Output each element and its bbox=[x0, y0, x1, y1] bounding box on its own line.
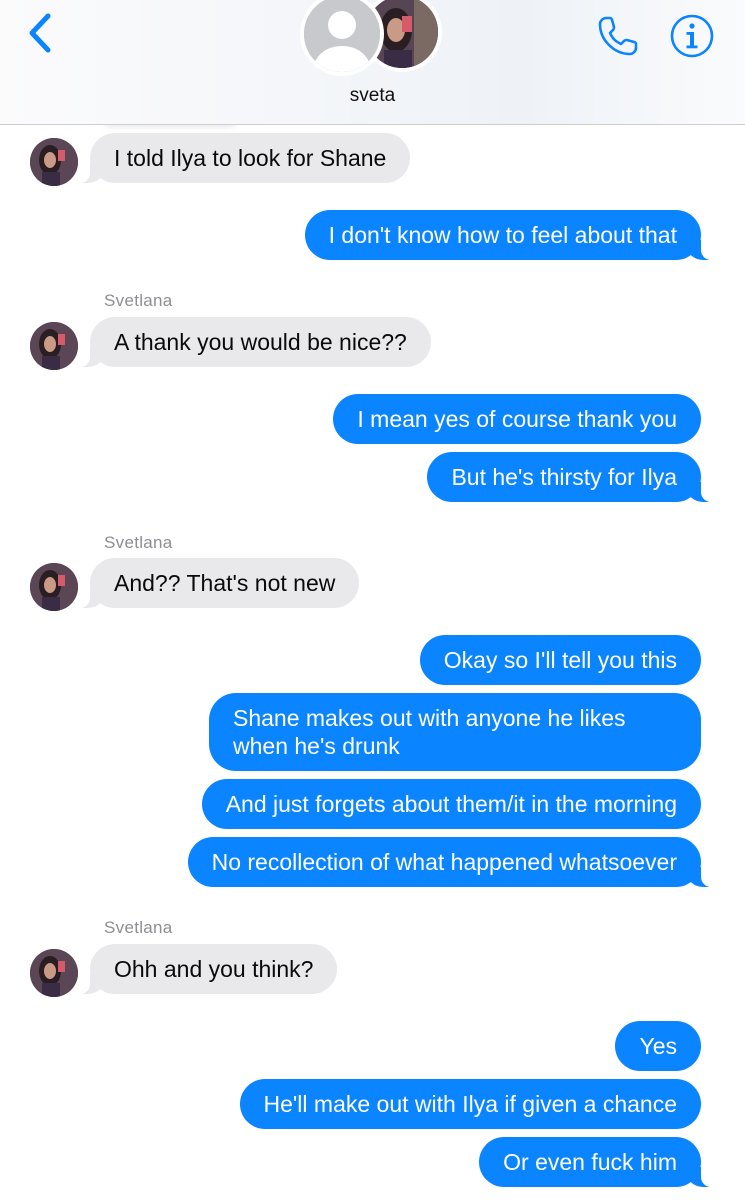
sender-avatar bbox=[30, 563, 78, 611]
contact-default-avatar bbox=[300, 0, 384, 76]
sender-avatar bbox=[30, 949, 78, 997]
sender-avatar bbox=[30, 322, 78, 370]
message-text: But he's thirsty for Ilya bbox=[451, 464, 677, 490]
sender-name: Svetlana bbox=[104, 291, 173, 310]
contact-avatar-group[interactable] bbox=[300, 0, 445, 76]
conversation-header: sveta bbox=[0, 0, 745, 125]
message-text: I mean yes of course thank you bbox=[357, 406, 677, 432]
outgoing-message[interactable]: Or even fuck him bbox=[479, 1137, 713, 1187]
outgoing-message[interactable]: No recollection of what happened whatsoe… bbox=[187, 837, 714, 887]
message-text: Or even fuck him bbox=[503, 1149, 677, 1175]
outgoing-message[interactable]: But he's thirsty for Ilya bbox=[427, 452, 713, 502]
message-text: And?? That's not new bbox=[114, 570, 336, 596]
incoming-message[interactable]: A thank you would be nice?? bbox=[78, 317, 431, 367]
message-text: And just forgets about them/it in the mo… bbox=[225, 791, 677, 817]
message-text: Yes bbox=[639, 1033, 677, 1059]
message-text: A thank you would be nice?? bbox=[114, 329, 407, 355]
message-text: No recollection of what happened whatsoe… bbox=[211, 849, 677, 875]
outgoing-message[interactable]: And just forgets about them/it in the mo… bbox=[201, 779, 701, 829]
sender-name: Svetlana bbox=[104, 918, 173, 937]
outgoing-message[interactable]: Yes bbox=[615, 1021, 701, 1071]
message-text: I told Ilya to look for Shane bbox=[114, 145, 387, 171]
outgoing-message[interactable]: He'll make out with Ilya if given a chan… bbox=[239, 1079, 701, 1129]
message-text: I don't know how to feel about that bbox=[328, 222, 677, 248]
message-text: He'll make out with Ilya if given a chan… bbox=[263, 1091, 677, 1117]
outgoing-message[interactable]: Shane makes out with anyone he likes whe… bbox=[209, 693, 701, 771]
incoming-message[interactable]: Ohh and you think? bbox=[77, 944, 338, 994]
contact-name[interactable]: sveta bbox=[0, 85, 745, 107]
phone-icon[interactable] bbox=[594, 12, 642, 60]
outgoing-message[interactable]: Okay so I'll tell you this bbox=[419, 635, 701, 685]
info-icon[interactable] bbox=[668, 12, 716, 60]
incoming-message[interactable]: I told Ilya to look for Shane bbox=[77, 133, 411, 183]
sender-name: Svetlana bbox=[104, 533, 173, 552]
incoming-message[interactable]: And?? That's not new bbox=[77, 558, 360, 608]
back-chevron-icon[interactable] bbox=[22, 10, 62, 56]
outgoing-message[interactable]: I mean yes of course thank you bbox=[333, 394, 701, 444]
outgoing-message[interactable]: I don't know how to feel about that bbox=[304, 210, 714, 260]
sender-avatar bbox=[30, 138, 78, 186]
message-text: Shane makes out with anyone he likes whe… bbox=[233, 705, 626, 759]
message-text: Okay so I'll tell you this bbox=[443, 647, 677, 673]
message-text: Ohh and you think? bbox=[114, 956, 314, 982]
